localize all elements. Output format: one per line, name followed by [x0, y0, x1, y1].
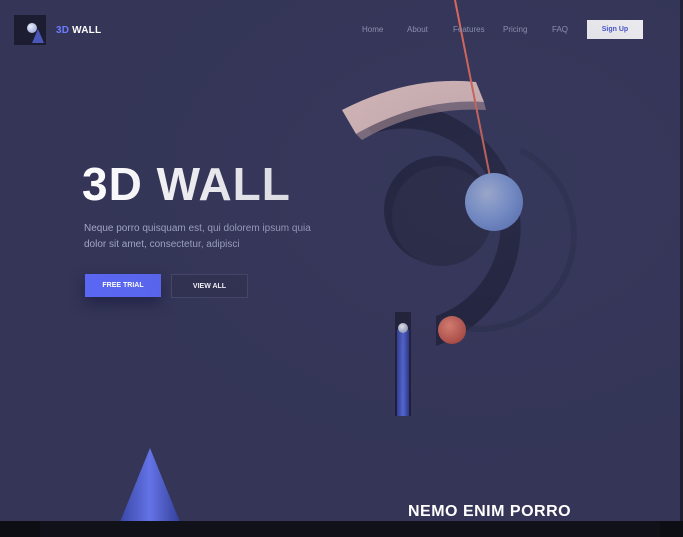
- cone-shape: [120, 448, 180, 522]
- signup-button[interactable]: Sign Up: [587, 20, 643, 39]
- brand-logo[interactable]: 3D WALL: [14, 15, 101, 45]
- hero-title: 3D WALL: [82, 158, 291, 210]
- bottom-bar: [0, 521, 683, 537]
- nav-faq[interactable]: FAQ: [552, 25, 568, 34]
- pillar-ball: [398, 323, 408, 333]
- section-title: NEMO ENIM PORRO: [408, 503, 572, 520]
- nav-pricing[interactable]: Pricing: [503, 25, 527, 34]
- view-all-button[interactable]: VIEW ALL: [171, 274, 248, 298]
- pillar: [397, 330, 409, 416]
- logo-icon: [14, 15, 46, 45]
- brand-name-accent: 3D: [56, 24, 70, 36]
- hero-description: Neque porro quisquam est, qui dolorem ip…: [84, 223, 311, 250]
- landing-page: 3D WALL Home About Features Pricing FAQ …: [0, 0, 683, 537]
- blue-ball: [465, 173, 523, 231]
- coral-ball: [438, 316, 466, 344]
- brand-name: 3D WALL: [56, 25, 101, 36]
- brand-name-rest: WALL: [69, 24, 102, 36]
- hero-3d-illustration: [120, 0, 577, 522]
- nav-features[interactable]: Features: [453, 25, 485, 34]
- nav-home[interactable]: Home: [362, 25, 383, 34]
- free-trial-button[interactable]: FREE TRIAL: [85, 274, 161, 297]
- nav-about[interactable]: About: [407, 25, 428, 34]
